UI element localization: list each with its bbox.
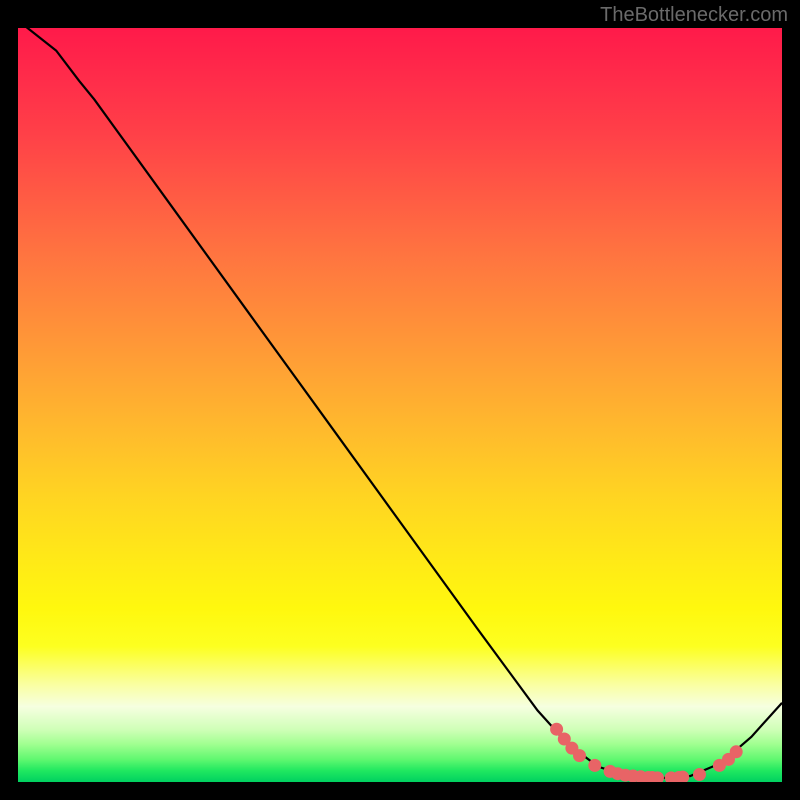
plot-area	[18, 28, 782, 782]
bottleneck-curve	[18, 28, 782, 778]
data-point	[573, 749, 586, 762]
data-point	[588, 759, 601, 772]
attribution-text: TheBottlenecker.com	[600, 4, 788, 27]
data-markers	[550, 723, 743, 782]
data-point	[693, 768, 706, 781]
chart-svg	[18, 28, 782, 782]
data-point	[730, 745, 743, 758]
